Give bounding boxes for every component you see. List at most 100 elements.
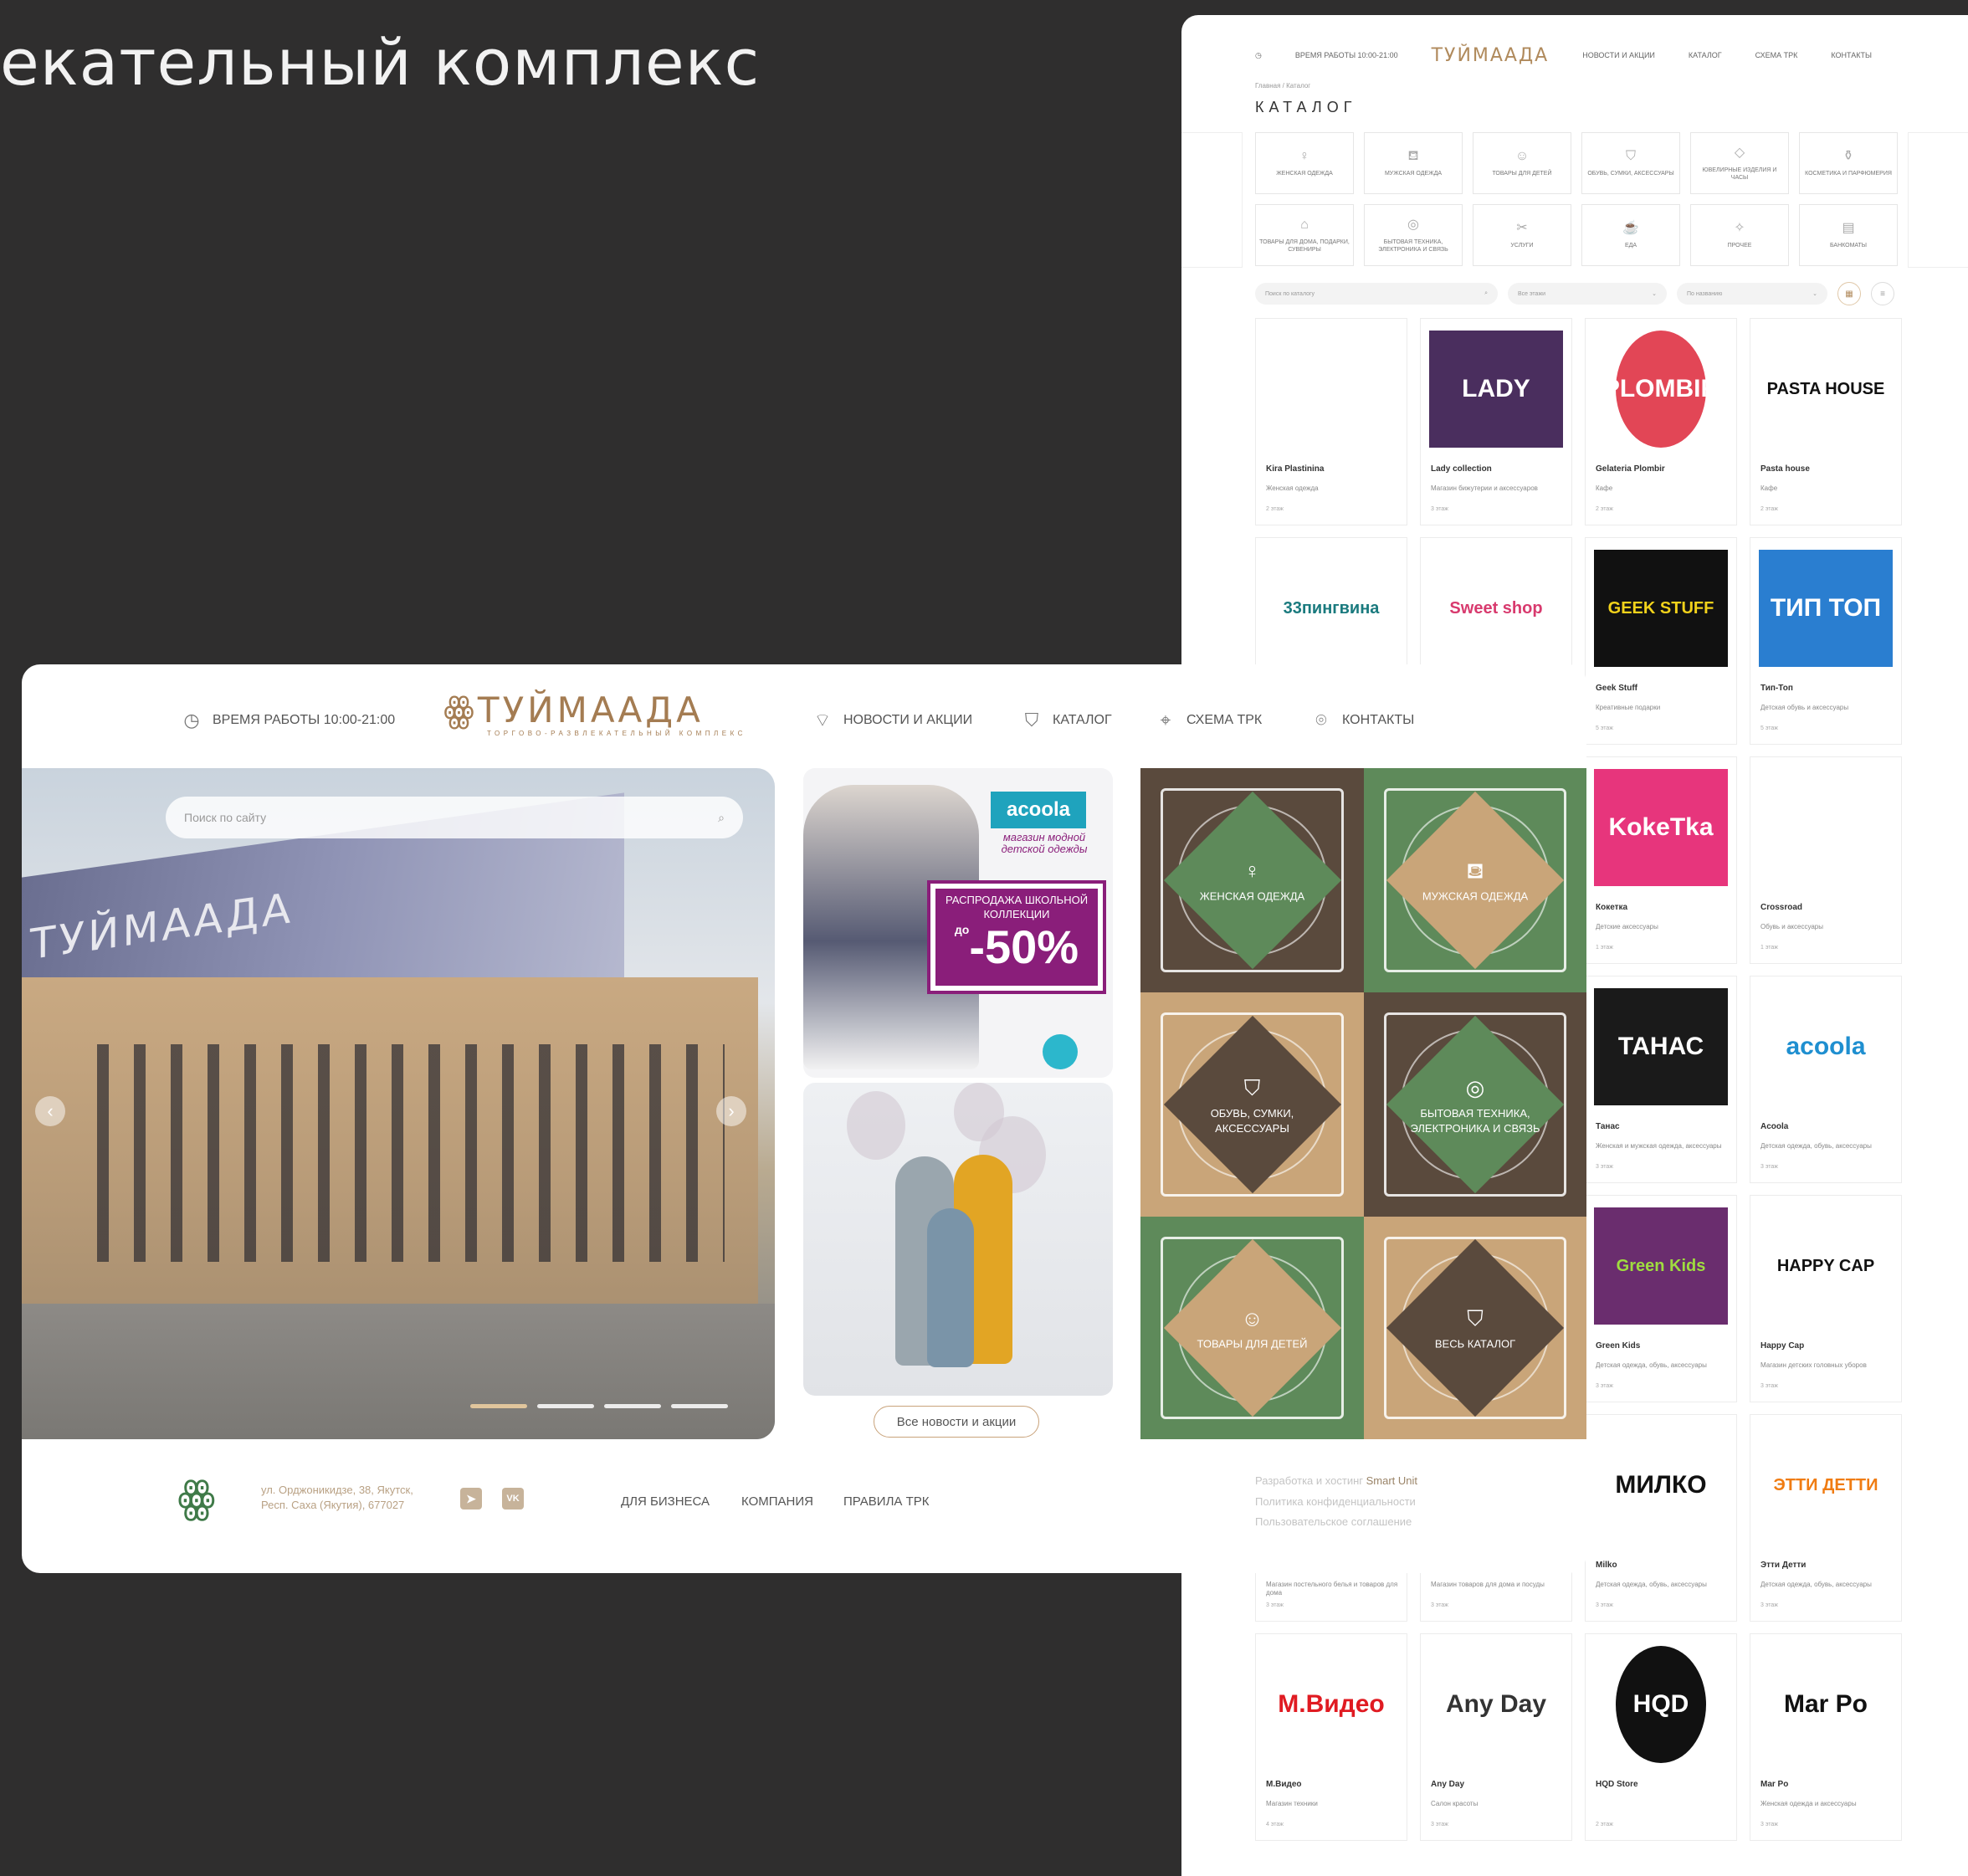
- category-tile[interactable]: ⛉ ОБУВЬ, СУМКИ, АКСЕССУАРЫ: [1581, 132, 1680, 194]
- store-card[interactable]: Kira Plastinina Женская одежда 2 этаж: [1255, 318, 1407, 525]
- store-card[interactable]: GEEK STUFF Geek Stuff Креативные подарки 5 …: [1585, 537, 1737, 745]
- catalog-nav-contacts[interactable]: КОНТАКТЫ: [1831, 51, 1872, 59]
- category-tile[interactable]: ✧ ПРОЧЕЕ: [1690, 204, 1789, 266]
- street: [22, 1304, 775, 1439]
- store-card[interactable]: МИЛКО Milko Детская одежда, обувь, аксессу…: [1585, 1414, 1737, 1622]
- store-card[interactable]: ЭТТИ ДЕТТИ Этти Детти Детская одежда, обув…: [1750, 1414, 1902, 1622]
- nav-catalog[interactable]: ⛉ КАТАЛОГ: [1021, 710, 1112, 731]
- category-tile-label: МУЖСКАЯ ОДЕЖДА: [1384, 171, 1443, 177]
- footer-link-business[interactable]: ДЛЯ БИЗНЕСА: [621, 1494, 710, 1509]
- jewelry-icon: ◇: [1734, 146, 1745, 161]
- tile-label: ВЕСЬ КАТАЛОГ: [1434, 1337, 1516, 1351]
- list-view-icon[interactable]: ≡: [1871, 282, 1894, 305]
- developer-link[interactable]: Smart Unit: [1366, 1474, 1417, 1487]
- store-card[interactable]: HQD HQD Store 2 этаж: [1585, 1633, 1737, 1841]
- category-tiles: ♀ ЖЕНСКАЯ ОДЕЖДА ⛾ МУЖСКАЯ ОДЕЖДА ⛉ ОБУВЬ, СУ…: [1140, 768, 1586, 1439]
- category-tile[interactable]: ☕ ЕДА: [1581, 204, 1680, 266]
- category-tile[interactable]: ⛾ МУЖСКАЯ ОДЕЖДА: [1364, 132, 1463, 194]
- nav-scheme[interactable]: ⌖ СХЕМА ТРК: [1155, 710, 1262, 731]
- catalog-search-input[interactable]: Поиск по каталогу ⌕: [1255, 283, 1498, 305]
- store-card[interactable]: М.Видео М.Видео Магазин техники 4 этаж: [1255, 1633, 1407, 1841]
- category-tile[interactable]: ⛉ ВЕСЬ КАТАЛОГ: [1364, 1217, 1586, 1439]
- category-tile[interactable]: ◎ БЫТОВАЯ ТЕХНИКА, ЭЛЕКТРОНИКА И СВЯЗЬ: [1364, 204, 1463, 266]
- store-card[interactable]: KokeTka Кокетка Детские аксессуары 1 этаж: [1585, 756, 1737, 964]
- nav-news[interactable]: ⌔ НОВОСТИ И АКЦИИ: [812, 710, 972, 731]
- store-card[interactable]: acoola Acoola Детская одежда, обувь, аксес…: [1750, 976, 1902, 1183]
- category-tile[interactable]: ◎ БЫТОВАЯ ТЕХНИКА, ЭЛЕКТРОНИКА И СВЯЗЬ: [1364, 992, 1586, 1217]
- sort-select[interactable]: По названию ⌄: [1677, 283, 1827, 305]
- main-header: ◷ ВРЕМЯ РАБОТЫ 10:00-21:00 ꙮТУЙМААДА ТОР…: [22, 664, 1586, 768]
- category-tile[interactable]: ☺ ТОВАРЫ ДЛЯ ДЕТЕЙ: [1140, 1217, 1364, 1439]
- store-card[interactable]: LADY Lady collection Магазин бижутерии и а…: [1420, 318, 1572, 525]
- store-floor: 1 этаж: [1596, 945, 1613, 951]
- search-icon[interactable]: ⌕: [718, 811, 725, 825]
- bag-icon: ⛉: [1467, 1305, 1484, 1331]
- footer-logo-icon[interactable]: ꙮ: [177, 1473, 231, 1523]
- slider-prev-icon[interactable]: ‹: [35, 1096, 65, 1126]
- category-tile[interactable]: ⛾ МУЖСКАЯ ОДЕЖДА: [1364, 768, 1586, 992]
- site-logo[interactable]: ꙮТУЙМААДА ТОРГОВО-РАЗВЛЕКАТЕЛЬНЫЙ КОМПЛЕ…: [443, 693, 746, 738]
- kids-icon: ☺: [1514, 149, 1530, 164]
- grid-view-icon[interactable]: ▦: [1837, 282, 1861, 305]
- slider-dot[interactable]: [470, 1404, 527, 1408]
- site-search-input[interactable]: Поиск по сайту ⌕: [166, 797, 743, 838]
- store-card[interactable]: PLOMBIR Gelateria Plombir Кафе 2 этаж: [1585, 318, 1737, 525]
- catalog-nav-news[interactable]: НОВОСТИ И АКЦИИ: [1582, 51, 1655, 59]
- page-title: КАТАЛОГ: [1255, 99, 1357, 115]
- nav-contacts[interactable]: ⌾ КОНТАКТЫ: [1310, 710, 1414, 731]
- ornament-right: [1908, 132, 1968, 268]
- category-tile[interactable]: ▤ БАНКОМАТЫ: [1799, 204, 1898, 266]
- store-card[interactable]: Any Day Any Day Салон красоты 3 этаж: [1420, 1633, 1572, 1841]
- building-windows: [72, 1044, 725, 1262]
- agreement-link[interactable]: Пользовательское соглашение: [1255, 1512, 1417, 1533]
- footer-link-rules[interactable]: ПРАВИЛА ТРК: [843, 1494, 930, 1509]
- privacy-link[interactable]: Политика конфиденциальности: [1255, 1492, 1417, 1513]
- acoola-subtitle: магазин модной детской одежды: [1001, 831, 1088, 856]
- category-tile[interactable]: ♀ ЖЕНСКАЯ ОДЕЖДА: [1255, 132, 1354, 194]
- store-name: Pasta house: [1760, 464, 1810, 474]
- catalog-nav-catalog[interactable]: КАТАЛОГ: [1689, 51, 1722, 59]
- slider-dot[interactable]: [537, 1404, 594, 1408]
- category-tile[interactable]: ◇ ЮВЕЛИРНЫЕ ИЗДЕЛИЯ И ЧАСЫ: [1690, 132, 1789, 194]
- store-card[interactable]: ТАНАС Танас Женская и мужская одежда, аксе…: [1585, 976, 1737, 1183]
- category-tile[interactable]: ⛉ ОБУВЬ, СУМКИ, АКСЕССУАРЫ: [1140, 992, 1364, 1217]
- store-logo: Mar Po: [1759, 1646, 1893, 1763]
- category-tile-label: ЖЕНСКАЯ ОДЕЖДА: [1276, 171, 1333, 177]
- all-news-button[interactable]: Все новости и акции: [874, 1406, 1039, 1438]
- catalog-logo[interactable]: ТУЙМААДА: [1432, 45, 1550, 66]
- category-tile-label: ТОВАРЫ ДЛЯ ДОМА, ПОДАРКИ, СУВЕНИРЫ: [1259, 239, 1350, 253]
- store-description: Детская обувь и аксессуары: [1760, 704, 1849, 711]
- breadcrumb[interactable]: Главная / Каталог: [1255, 82, 1310, 90]
- slider-dot[interactable]: [604, 1404, 661, 1408]
- slider-next-icon[interactable]: ›: [716, 1096, 746, 1126]
- catalog-nav-scheme[interactable]: СХЕМА ТРК: [1755, 51, 1798, 59]
- sort-select-value: По названию: [1687, 290, 1723, 297]
- telegram-icon[interactable]: ➤: [460, 1488, 482, 1510]
- store-card[interactable]: PASTA HOUSE Pasta house Кафе 2 этаж: [1750, 318, 1902, 525]
- other-icon: ✧: [1734, 221, 1745, 236]
- footer-link-company[interactable]: КОМПАНИЯ: [741, 1494, 813, 1509]
- category-tile[interactable]: ⌂ ТОВАРЫ ДЛЯ ДОМА, ПОДАРКИ, СУВЕНИРЫ: [1255, 204, 1354, 266]
- hero-slider[interactable]: ТУЙМААДА Поиск по сайту ⌕ ‹ ›: [22, 768, 775, 1439]
- washer-icon: ◎: [1407, 218, 1419, 233]
- store-card[interactable]: Green Kids Green Kids Детская одежда, обув…: [1585, 1195, 1737, 1402]
- store-floor: 3 этаж: [1760, 1602, 1778, 1608]
- vk-icon[interactable]: VK: [502, 1488, 524, 1510]
- news-card-kids[interactable]: [803, 1083, 1113, 1396]
- category-tile[interactable]: ♀ ЖЕНСКАЯ ОДЕЖДА: [1140, 768, 1364, 992]
- news-card-acoola[interactable]: acoola магазин модной детской одежды РАС…: [803, 768, 1113, 1078]
- category-tile[interactable]: ⚱ КОСМЕТИКА И ПАРФЮМЕРИЯ: [1799, 132, 1898, 194]
- store-card[interactable]: Crossroad Обувь и аксессуары 1 этаж: [1750, 756, 1902, 964]
- store-card[interactable]: ТИП ТОП Тип-Топ Детская обувь и аксессуары…: [1750, 537, 1902, 745]
- store-logo: PLOMBIR: [1603, 331, 1719, 448]
- store-name: Gelateria Plombir: [1596, 464, 1665, 474]
- store-card[interactable]: Mar Po Mar Po Женская одежда и аксессуары 3…: [1750, 1633, 1902, 1841]
- category-tile[interactable]: ✂ УСЛУГИ: [1473, 204, 1571, 266]
- category-tile[interactable]: ☺ ТОВАРЫ ДЛЯ ДЕТЕЙ: [1473, 132, 1571, 194]
- floor-select[interactable]: Все этажи ⌄: [1508, 283, 1667, 305]
- slider-dot[interactable]: [671, 1404, 728, 1408]
- store-logo: М.Видео: [1264, 1646, 1398, 1763]
- store-card[interactable]: HAPPY CAP Happy Cap Магазин детских головн…: [1750, 1195, 1902, 1402]
- category-tile-label: ТОВАРЫ ДЛЯ ДЕТЕЙ: [1492, 171, 1552, 177]
- sale-text: РАСПРОДАЖА ШКОЛЬНОЙ КОЛЛЕКЦИИ: [945, 894, 1089, 920]
